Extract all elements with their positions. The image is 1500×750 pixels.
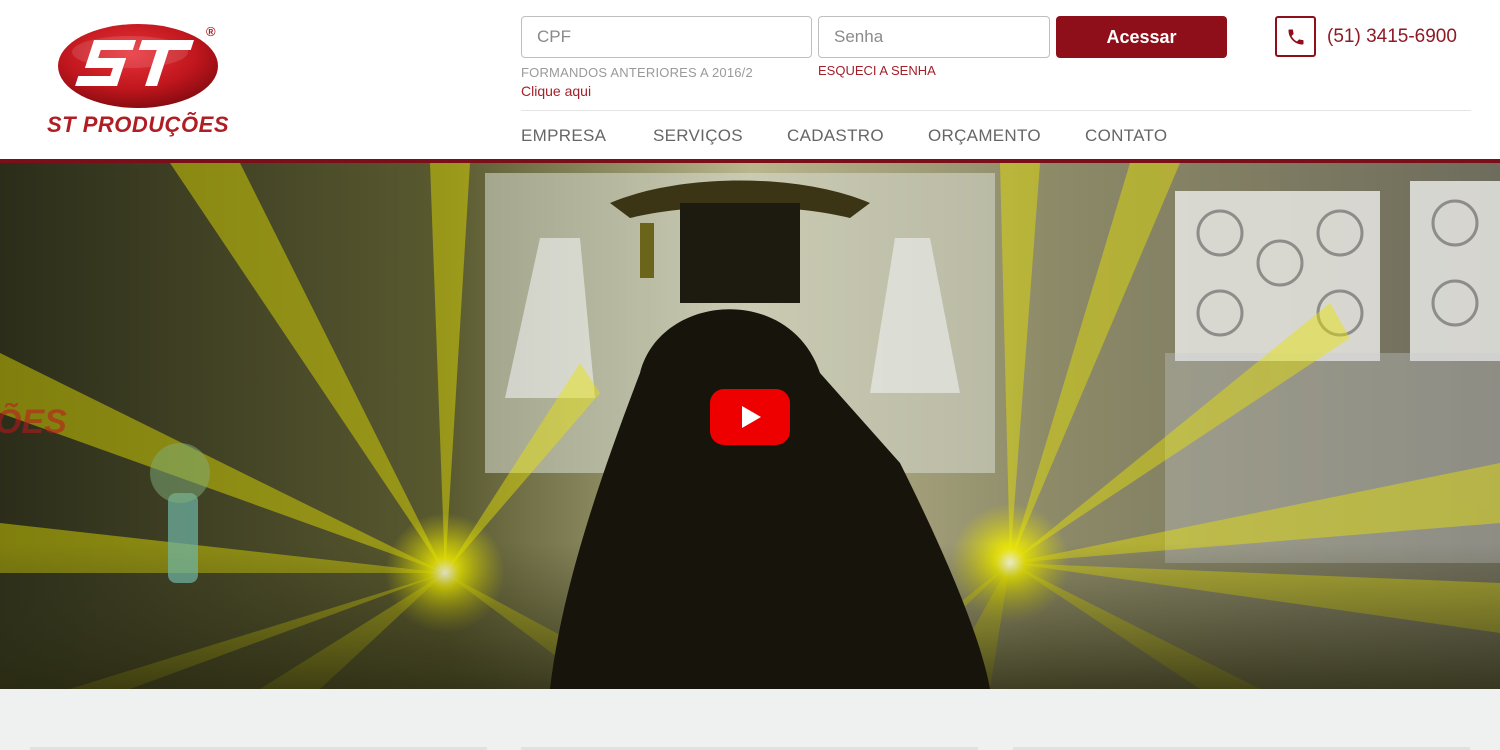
former-students-link[interactable]: Clique aqui xyxy=(521,83,591,99)
cpf-input[interactable] xyxy=(521,16,812,58)
header-divider xyxy=(521,110,1471,111)
registered-mark: ® xyxy=(206,24,216,39)
youtube-play-icon[interactable] xyxy=(710,389,790,445)
content-section xyxy=(0,689,1500,750)
video-player[interactable]: ÕES xyxy=(0,163,1500,689)
nav-item-empresa[interactable]: EMPRESA xyxy=(521,126,606,146)
forgot-password-link[interactable]: ESQUECI A SENHA xyxy=(818,63,936,78)
password-input[interactable] xyxy=(818,16,1050,58)
brand-name: ST PRODUÇÕES xyxy=(46,112,230,137)
phone-icon[interactable] xyxy=(1275,16,1316,57)
former-students-note: FORMANDOS ANTERIORES A 2016/2 xyxy=(521,65,753,80)
brand-logo[interactable]: ® ST PRODUÇÕES xyxy=(28,22,248,140)
login-button[interactable]: Acessar xyxy=(1056,16,1227,58)
nav-item-orcamento[interactable]: ORÇAMENTO xyxy=(928,126,1041,146)
site-header: ® ST PRODUÇÕES Acessar FORMANDOS ANTERIO… xyxy=(0,0,1500,160)
phone-number[interactable]: (51) 3415-6900 xyxy=(1327,26,1457,48)
nav-item-contato[interactable]: CONTATO xyxy=(1085,126,1167,146)
nav-item-cadastro[interactable]: CADASTRO xyxy=(787,126,884,146)
svg-text:ÕES: ÕES xyxy=(0,403,67,441)
nav-item-servicos[interactable]: SERVIÇOS xyxy=(653,126,743,146)
